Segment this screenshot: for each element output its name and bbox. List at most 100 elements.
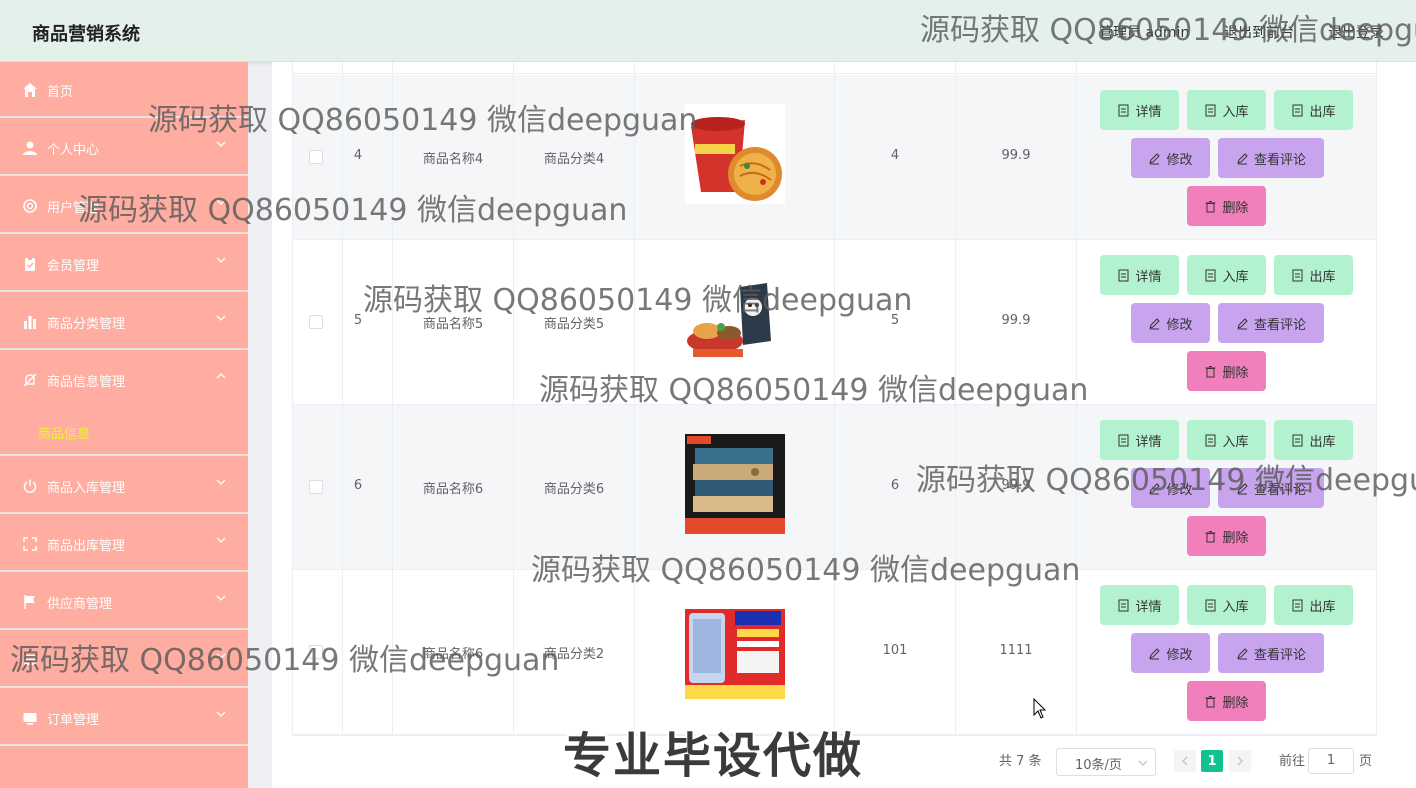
sidebar-subitem-goods[interactable]: 商品信息 — [0, 408, 248, 456]
top-header: 商品营销系统 管理员 admin 退出到前台 退出登录 — [0, 0, 1416, 62]
sidebar-item-orders[interactable]: 订单管理 — [0, 690, 248, 746]
page-size-select[interactable]: 10条/页 — [1056, 748, 1156, 776]
edit-button[interactable]: 修改 — [1131, 303, 1210, 343]
stock-in-label: 入库 — [1222, 269, 1249, 285]
product-image-snack[interactable] — [685, 269, 785, 369]
sidebar-subitem-label: 商品信息 — [38, 427, 91, 442]
sidebar-item-members[interactable]: 会员管理 — [0, 236, 248, 292]
view-comments-label: 查看评论 — [1253, 317, 1306, 333]
cell-name: 商品名称6 — [422, 482, 484, 497]
cell-category: 商品分类6 — [543, 482, 605, 497]
chevron-down-icon — [216, 257, 226, 263]
chevron-down-icon — [216, 141, 226, 147]
stock-in-label: 入库 — [1222, 599, 1249, 615]
menu-icon — [24, 655, 36, 665]
document-icon — [1118, 434, 1129, 446]
cell-stock: 5 — [890, 313, 900, 328]
view-comments-label: 查看评论 — [1253, 647, 1306, 663]
view-comments-button[interactable]: 查看评论 — [1218, 468, 1324, 508]
clipboard-icon — [25, 257, 35, 271]
detail-button[interactable]: 详情 — [1100, 90, 1179, 130]
document-icon — [1205, 599, 1216, 611]
stock-out-button[interactable]: 出库 — [1274, 90, 1353, 130]
row-checkbox[interactable] — [309, 480, 323, 494]
app-title: 商品营销系统 — [32, 24, 140, 45]
sidebar-item-home[interactable]: 首页 — [0, 62, 248, 118]
edit-icon — [1237, 152, 1248, 164]
view-comments-label: 查看评论 — [1253, 152, 1306, 168]
product-image-noodle[interactable] — [685, 104, 785, 204]
view-comments-button[interactable]: 查看评论 — [1218, 138, 1324, 178]
edit-label: 修改 — [1166, 482, 1193, 498]
home-icon — [23, 83, 37, 97]
stock-out-button[interactable]: 出库 — [1274, 255, 1353, 295]
detail-label: 详情 — [1135, 104, 1162, 120]
sidebar-item-suppliers[interactable]: 供应商管理 — [0, 574, 248, 630]
page-size-value: 10条/页 — [1075, 758, 1122, 773]
document-icon — [1292, 269, 1303, 281]
stock-out-button[interactable]: 出库 — [1274, 420, 1353, 460]
row-checkbox[interactable] — [309, 315, 323, 329]
view-comments-button[interactable]: 查看评论 — [1218, 633, 1324, 673]
cell-name: 商品名称5 — [422, 317, 484, 332]
stock-out-label: 出库 — [1309, 104, 1336, 120]
sidebar-item-label: 首页 — [47, 85, 74, 100]
edit-icon — [1149, 317, 1161, 329]
stock-in-label: 入库 — [1222, 434, 1249, 450]
sidebar-item-stock-in[interactable]: 商品入库管理 — [0, 458, 248, 514]
column-divider — [513, 62, 514, 736]
goto-page-input[interactable]: 1 — [1308, 748, 1354, 774]
row-checkbox[interactable] — [309, 150, 323, 164]
edit-button[interactable]: 修改 — [1131, 633, 1210, 673]
edit-button[interactable]: 修改 — [1131, 138, 1210, 178]
detail-button[interactable]: 详情 — [1100, 255, 1179, 295]
sidebar-item-categories[interactable]: 商品分类管理 — [0, 294, 248, 350]
column-divider — [392, 62, 393, 736]
document-icon — [1118, 269, 1129, 281]
delete-button[interactable]: 删除 — [1187, 186, 1266, 226]
chevron-down-icon — [216, 595, 226, 601]
edit-button[interactable]: 修改 — [1131, 468, 1210, 508]
front-link[interactable]: 退出到前台 — [1224, 22, 1294, 42]
prev-page-button[interactable] — [1174, 750, 1196, 772]
chevron-up-icon — [216, 373, 226, 379]
document-icon — [1205, 434, 1216, 446]
page-number-button[interactable]: 1 — [1201, 750, 1223, 772]
bell-off-icon — [23, 373, 37, 387]
sidebar-item-label: 用户管理 — [47, 201, 100, 216]
cell-category: 商品分类4 — [543, 152, 605, 167]
delete-button[interactable]: 删除 — [1187, 681, 1266, 721]
cell-category: 商品分类5 — [543, 317, 605, 332]
detail-button[interactable]: 详情 — [1100, 585, 1179, 625]
stock-in-label: 入库 — [1222, 104, 1249, 120]
document-icon — [1292, 434, 1303, 446]
stock-in-button[interactable]: 入库 — [1187, 420, 1266, 460]
admin-label: 管理员 admin — [1099, 25, 1190, 41]
row-checkbox[interactable] — [309, 645, 323, 659]
detail-button[interactable]: 详情 — [1100, 420, 1179, 460]
delete-button[interactable]: 删除 — [1187, 516, 1266, 556]
goods-table: 4 商品名称4 商品分类4 4 99.9 详情 入库 出库 修改 查看评论 删除 — [292, 62, 1377, 736]
stock-in-button[interactable]: 入库 — [1187, 255, 1266, 295]
cell-price: 1111 — [999, 643, 1033, 658]
product-image-notebook[interactable] — [685, 434, 785, 534]
next-page-button[interactable] — [1229, 750, 1251, 772]
sidebar-item-goods-info[interactable]: 商品信息管理 — [0, 352, 248, 408]
stock-in-button[interactable]: 入库 — [1187, 90, 1266, 130]
column-divider — [634, 62, 635, 736]
product-image-phone[interactable] — [685, 599, 785, 699]
edit-icon — [1237, 482, 1248, 494]
sidebar-item-users[interactable]: 用户管理 — [0, 178, 248, 234]
delete-button[interactable]: 删除 — [1187, 351, 1266, 391]
cell-name: 商品名称6 — [422, 647, 484, 662]
sidebar-item-profile[interactable]: 个人中心 — [0, 120, 248, 176]
view-comments-label: 查看评论 — [1253, 482, 1306, 498]
chevron-down-icon — [216, 537, 226, 543]
chevron-down-icon — [1138, 760, 1148, 766]
view-comments-button[interactable]: 查看评论 — [1218, 303, 1324, 343]
stock-out-button[interactable]: 出库 — [1274, 585, 1353, 625]
sidebar-item-stock-out[interactable]: 商品出库管理 — [0, 516, 248, 572]
sidebar-item-hidden[interactable] — [0, 632, 248, 688]
stock-in-button[interactable]: 入库 — [1187, 585, 1266, 625]
logout-link[interactable]: 退出登录 — [1328, 22, 1384, 42]
